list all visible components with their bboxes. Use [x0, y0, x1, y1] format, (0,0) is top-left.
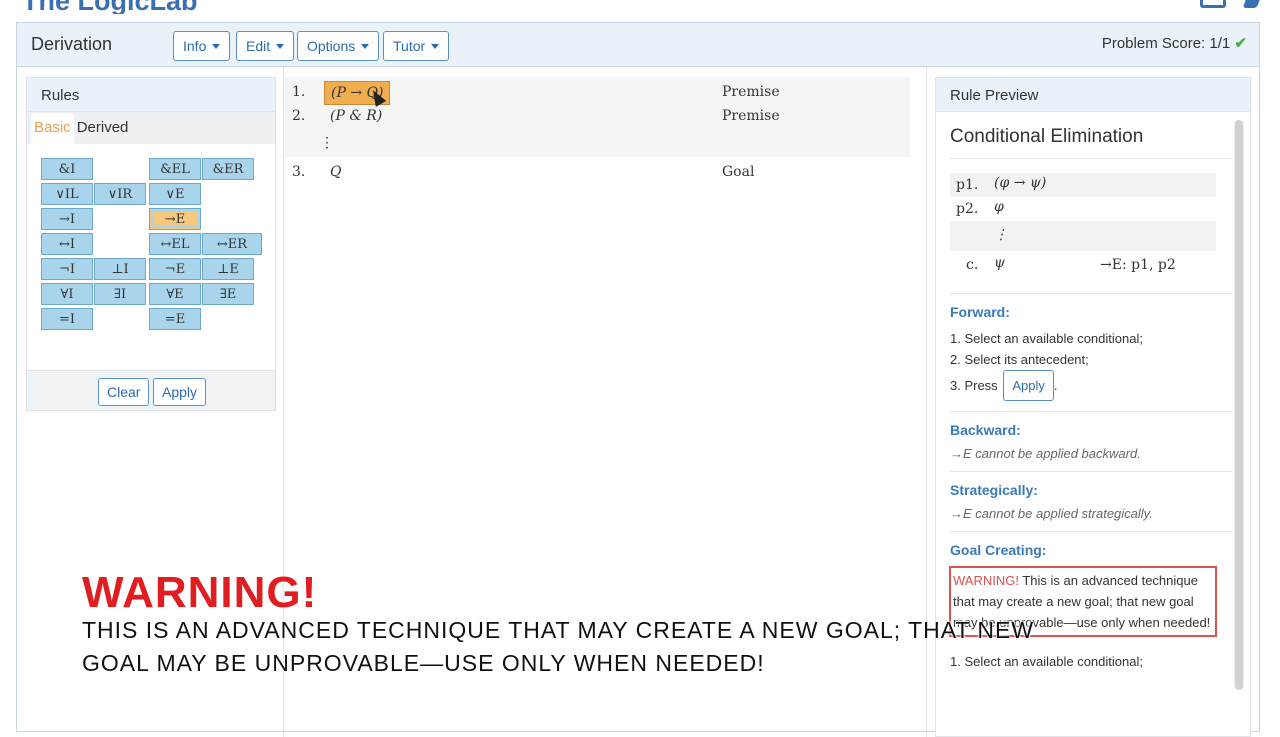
rule-button-or-intro-right[interactable]: ∨IR	[94, 183, 146, 205]
chevron-down-icon	[276, 43, 285, 49]
info-menu-label: Info	[183, 38, 207, 54]
strategic-heading: Strategically:	[950, 482, 1038, 498]
backward-text: →E cannot be applied backward.	[950, 446, 1141, 461]
forward-heading: Forward:	[950, 304, 1010, 320]
problem-score: Problem Score: 1/1 ✔	[1102, 34, 1247, 52]
derivation-line-3[interactable]: 3. Q Goal	[292, 161, 910, 185]
rules-tabs: Basic Derived	[27, 112, 275, 144]
overlay-warning-text: THIS IS AN ADVANCED TECHNIQUE THAT MAY C…	[82, 614, 1062, 680]
schema-line: p1. (φ → ψ)	[950, 173, 1216, 197]
rule-preview-title: Rule Preview	[936, 78, 1250, 112]
rules-panel: Rules Basic Derived &I &EL &ER ∨IL ∨IR ∨…	[26, 77, 276, 411]
rules-panel-title: Rules	[27, 78, 275, 112]
schema-formula: ψ	[994, 255, 1005, 271]
schema-line: c. ψ →E: p1, p2	[950, 253, 1216, 277]
forward-section: Forward: 1. Select an available conditio…	[950, 293, 1232, 411]
edit-menu-label: Edit	[246, 38, 271, 54]
schema-justification: →E: p1, p2	[1100, 257, 1176, 273]
window-icon[interactable]	[1200, 0, 1226, 8]
line-justification: Premise	[722, 84, 780, 100]
clear-button[interactable]: Clear	[98, 378, 150, 406]
rule-preview-body: Conditional Elimination p1. (φ → ψ) p2. …	[949, 112, 1232, 682]
forward-step: 3. Press	[950, 378, 998, 393]
rule-schema: p1. (φ → ψ) p2. φ ⋮ c. ψ →E: p1, p2	[950, 173, 1232, 285]
gap-background	[284, 125, 910, 157]
schema-line: p2. φ	[950, 197, 1216, 221]
line-formula[interactable]: (P & R)	[324, 105, 388, 129]
options-menu-label: Options	[307, 38, 356, 54]
strategic-section: Strategically: →E cannot be applied stra…	[950, 471, 1232, 531]
rule-button-and-elim-right[interactable]: &ER	[202, 158, 254, 180]
forward-step-apply: 3. Press Apply.	[950, 370, 1232, 401]
overlay-line-1: THIS IS AN ADVANCED TECHNIQUE THAT MAY C…	[82, 617, 1035, 643]
apply-button-inline[interactable]: Apply	[1003, 370, 1054, 401]
rules-footer: Clear Apply	[27, 370, 275, 410]
gap-dots: ⋮	[320, 134, 334, 150]
rule-button-exists-elim[interactable]: ∃E	[202, 283, 254, 305]
overlay-warning-title: WARNING!	[82, 568, 318, 617]
tab-basic[interactable]: Basic	[31, 113, 74, 144]
tutor-menu-button[interactable]: Tutor	[383, 31, 450, 61]
line-justification: Goal	[722, 164, 755, 180]
rule-button-cond-elim[interactable]: →E	[149, 208, 201, 230]
rule-button-or-intro-left[interactable]: ∨IL	[41, 183, 93, 205]
derivation-line-2[interactable]: 2. (P & R) Premise	[292, 105, 910, 129]
rule-button-falsum-elim[interactable]: ⊥E	[202, 258, 254, 280]
line-number: 3.	[292, 164, 306, 180]
schema-dots: ⋮	[994, 227, 1008, 243]
schema-formula: (φ → ψ)	[994, 175, 1047, 191]
schema-num: p1.	[956, 177, 979, 193]
chevron-down-icon	[212, 43, 221, 49]
rule-button-and-intro[interactable]: &I	[41, 158, 93, 180]
rule-button-neg-intro[interactable]: ¬I	[41, 258, 93, 280]
schema-num: p2.	[956, 201, 979, 217]
overlay-line-2: GOAL MAY BE UNPROVABLE—USE ONLY WHEN NEE…	[82, 650, 765, 676]
schema-line: ⋮	[950, 221, 1216, 251]
pen-icon[interactable]	[1242, 0, 1264, 8]
page-title: Derivation	[31, 34, 113, 54]
line-number: 2.	[292, 108, 306, 124]
forward-step: 1. Select an available conditional;	[950, 331, 1143, 346]
rule-button-falsum-intro[interactable]: ⊥I	[94, 258, 146, 280]
rule-button-neg-elim[interactable]: ¬E	[149, 258, 201, 280]
backward-section: Backward: →E cannot be applied backward.	[950, 411, 1232, 471]
rule-button-or-elim[interactable]: ∨E	[149, 183, 201, 205]
line-number: 1.	[292, 84, 306, 100]
rule-button-forall-elim[interactable]: ∀E	[149, 283, 201, 305]
chevron-down-icon	[431, 43, 440, 49]
goal-creating-heading: Goal Creating:	[950, 542, 1047, 558]
schema-num: c.	[966, 257, 979, 273]
checkmark-icon: ✔	[1234, 35, 1247, 52]
rule-button-bicond-elim-left[interactable]: ↔EL	[149, 233, 201, 255]
derivation-header: Derivation Info Edit Options Tutor Probl…	[17, 23, 1259, 67]
rule-button-exists-intro[interactable]: ∃I	[94, 283, 146, 305]
rule-button-identity-elim[interactable]: =E	[149, 308, 201, 330]
line-formula[interactable]: Q	[324, 161, 347, 185]
score-label: Problem Score: 1/1	[1101, 35, 1231, 52]
line-justification: Premise	[722, 108, 780, 124]
rule-button-identity-intro[interactable]: =I	[41, 308, 93, 330]
forward-step: 2. Select its antecedent;	[950, 352, 1089, 367]
scrollbar-thumb[interactable]	[1235, 120, 1243, 690]
backward-heading: Backward:	[950, 422, 1021, 438]
schema-formula: φ	[994, 199, 1004, 215]
info-menu-button[interactable]: Info	[173, 31, 231, 61]
top-bar: The LogicLab	[0, 0, 1280, 14]
tab-derived[interactable]: Derived	[74, 119, 132, 144]
rule-button-cond-intro[interactable]: →I	[41, 208, 93, 230]
rule-button-bicond-elim-right[interactable]: ↔ER	[202, 233, 262, 255]
tutor-menu-label: Tutor	[393, 38, 426, 54]
rule-button-forall-intro[interactable]: ∀I	[41, 283, 93, 305]
chevron-down-icon	[361, 43, 370, 49]
rule-button-and-elim-left[interactable]: &EL	[149, 158, 201, 180]
strategic-text: →E cannot be applied strategically.	[950, 506, 1153, 521]
rule-button-bicond-intro[interactable]: ↔I	[41, 233, 93, 255]
rule-name: Conditional Elimination	[950, 112, 1232, 159]
edit-menu-button[interactable]: Edit	[236, 31, 295, 61]
forward-step-end: .	[1053, 378, 1058, 393]
warning-label: WARNING!	[953, 573, 1019, 588]
apply-button[interactable]: Apply	[153, 378, 207, 406]
brand-logo[interactable]: The LogicLab	[22, 0, 198, 14]
options-menu-button[interactable]: Options	[297, 31, 380, 61]
